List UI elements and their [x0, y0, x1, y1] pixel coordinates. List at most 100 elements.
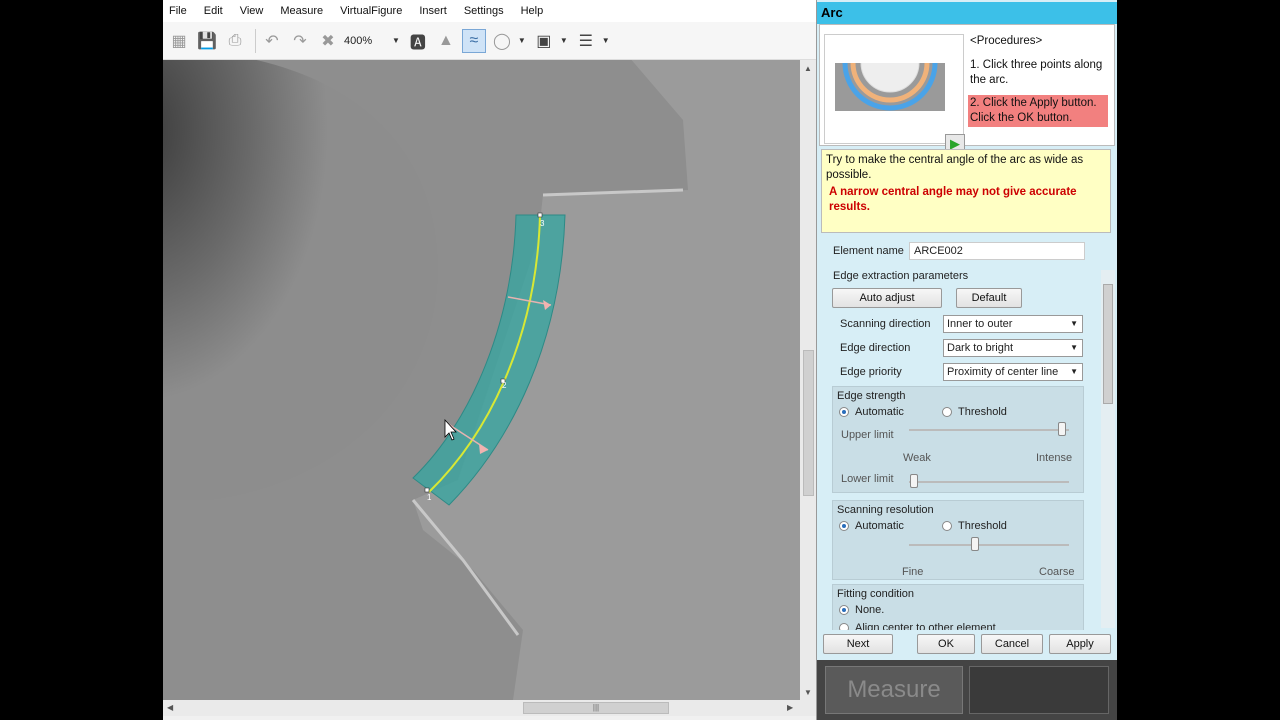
measure-button[interactable]: Measure [825, 666, 963, 714]
scroll-right-icon[interactable]: ▶ [787, 703, 793, 712]
fitting-align-center-radio[interactable]: Align center to other element [839, 622, 996, 630]
arc-tool-panel: Arc ▶ <Procedures> 1. Click three points… [816, 0, 1117, 720]
automatic-label: Automatic [855, 406, 904, 418]
color-fill-icon[interactable]: ▣ [532, 29, 556, 53]
procedure-step-2-line-1: 2. Click the Apply button. [970, 97, 1097, 109]
point-label-2: 2 [502, 381, 507, 390]
scanning-resolution-group: Scanning resolution Automatic Threshold … [832, 500, 1084, 580]
scanning-resolution-slider[interactable] [909, 544, 1069, 546]
menu-file[interactable]: File [169, 5, 187, 17]
line-width-icon[interactable]: ☰ [574, 29, 598, 53]
chevron-down-icon: ▼ [1070, 343, 1078, 352]
panel-title: Arc [817, 2, 1117, 24]
apply-button[interactable]: Apply [1049, 634, 1111, 654]
fitting-condition-group: Fitting condition None. Align center to … [832, 584, 1084, 630]
lower-limit-slider-knob[interactable] [910, 474, 918, 488]
profile-tool-icon[interactable]: ≈ [461, 28, 486, 53]
upper-limit-slider[interactable] [909, 429, 1069, 431]
horizontal-scrollbar[interactable]: ◀ ||| ▶ [163, 700, 817, 716]
settings-scrollbar[interactable] [1101, 270, 1115, 628]
menu-settings[interactable]: Settings [464, 5, 504, 17]
print-icon[interactable]: ⎙ [223, 29, 247, 53]
scanning-resolution-slider-knob[interactable] [971, 537, 979, 551]
radio-selected-icon [839, 407, 849, 417]
threshold-label: Threshold [958, 406, 1007, 418]
undo-icon[interactable]: ↶ [260, 29, 284, 53]
scroll-up-icon[interactable]: ▲ [804, 64, 812, 73]
radio-selected-icon [839, 521, 849, 531]
chevron-down-icon[interactable]: ▼ [602, 36, 610, 45]
edge-direction-select[interactable]: Dark to bright ▼ [943, 339, 1083, 357]
scroll-thumb[interactable] [803, 350, 814, 496]
open-icon[interactable]: ▦ [167, 29, 191, 53]
menu-edit[interactable]: Edit [204, 5, 223, 17]
edge-strength-group: Edge strength Automatic Threshold Upper … [832, 386, 1084, 493]
redo-icon[interactable]: ↷ [288, 29, 312, 53]
procedure-step-2-line-2: Click the OK button. [970, 112, 1073, 124]
point-handle-3[interactable] [537, 212, 543, 218]
arc-illustration: ▶ [824, 34, 965, 153]
procedure-step-2: 2. Click the Apply button. Click the OK … [968, 95, 1108, 127]
menu-help[interactable]: Help [521, 5, 544, 17]
lower-limit-label: Lower limit [841, 473, 894, 485]
lower-limit-slider[interactable] [909, 481, 1069, 483]
default-button[interactable]: Default [956, 288, 1022, 308]
region-select-icon[interactable]: ◯ [490, 29, 514, 53]
scroll-thumb[interactable] [1103, 284, 1113, 404]
scanning-direction-select[interactable]: Inner to outer ▼ [943, 315, 1083, 333]
blank-button[interactable] [969, 666, 1109, 714]
vertical-scrollbar[interactable]: ▲ ▼ [800, 60, 817, 700]
scanning-resolution-automatic-radio[interactable]: Automatic [839, 520, 904, 532]
tip-text: Try to make the central angle of the arc… [826, 154, 1084, 181]
edge-strength-automatic-radio[interactable]: Automatic [839, 406, 904, 418]
cancel-button[interactable]: Cancel [981, 634, 1043, 654]
scroll-left-icon[interactable]: ◀ [167, 703, 173, 712]
measure-area: Measure [817, 660, 1117, 720]
settings-area: Element name ARCE002 Edge extraction par… [821, 238, 1087, 630]
save-icon[interactable]: 💾 [195, 29, 219, 53]
radio-icon [942, 407, 952, 417]
radio-icon [839, 623, 849, 630]
element-name-label: Element name [833, 245, 904, 257]
ok-button[interactable]: OK [917, 634, 975, 654]
edge-priority-value: Proximity of center line [947, 366, 1059, 378]
automatic-label: Automatic [855, 520, 904, 532]
scanning-resolution-label: Scanning resolution [837, 504, 934, 516]
image-viewport[interactable]: 3 2 1 [163, 60, 800, 700]
warning-text: A narrow central angle may not give accu… [829, 186, 1077, 213]
edge-strength-threshold-radio[interactable]: Threshold [942, 406, 1007, 418]
edge-tool-icon[interactable]: ▲ [434, 29, 458, 53]
toolbar-separator [255, 28, 256, 53]
chevron-down-icon[interactable]: ▼ [518, 36, 526, 45]
camera-image[interactable]: 3 2 1 [163, 60, 800, 700]
upper-limit-slider-knob[interactable] [1058, 422, 1066, 436]
menu-measure[interactable]: Measure [280, 5, 323, 17]
edge-direction-value: Dark to bright [947, 342, 1014, 354]
scroll-thumb[interactable]: ||| [523, 702, 669, 714]
text-tool-icon[interactable]: 🅰 [406, 29, 430, 53]
coarse-label: Coarse [1039, 566, 1075, 578]
point-label-1: 1 [427, 493, 432, 502]
chevron-down-icon: ▼ [1070, 319, 1078, 328]
procedures-heading: <Procedures> [970, 35, 1043, 47]
chevron-down-icon[interactable]: ▼ [392, 36, 400, 45]
scanning-resolution-threshold-radio[interactable]: Threshold [942, 520, 1007, 532]
delete-icon[interactable]: ✖ [316, 29, 340, 53]
menu-virtualfigure[interactable]: VirtualFigure [340, 5, 402, 17]
weak-label: Weak [903, 452, 931, 464]
chevron-down-icon[interactable]: ▼ [560, 36, 568, 45]
point-handle-1[interactable] [424, 487, 430, 493]
auto-adjust-button[interactable]: Auto adjust [832, 288, 942, 308]
upper-limit-label: Upper limit [841, 429, 894, 441]
scroll-down-icon[interactable]: ▼ [804, 688, 812, 697]
next-button[interactable]: Next [823, 634, 893, 654]
menu-view[interactable]: View [240, 5, 264, 17]
zoom-select[interactable]: 400% [344, 30, 390, 52]
menu-insert[interactable]: Insert [419, 5, 447, 17]
fitting-none-radio[interactable]: None. [839, 604, 884, 616]
edge-priority-select[interactable]: Proximity of center line ▼ [943, 363, 1083, 381]
element-name-field[interactable]: ARCE002 [909, 242, 1085, 260]
none-label: None. [855, 604, 885, 616]
toolbar: ▦ 💾 ⎙ ↶ ↷ ✖ 400% ▼ 🅰 ▲ ≈ ◯ ▼ ▣ ▼ ☰ ▼ [163, 22, 817, 60]
procedure-step-1: 1. Click three points along the arc. [970, 59, 1103, 86]
